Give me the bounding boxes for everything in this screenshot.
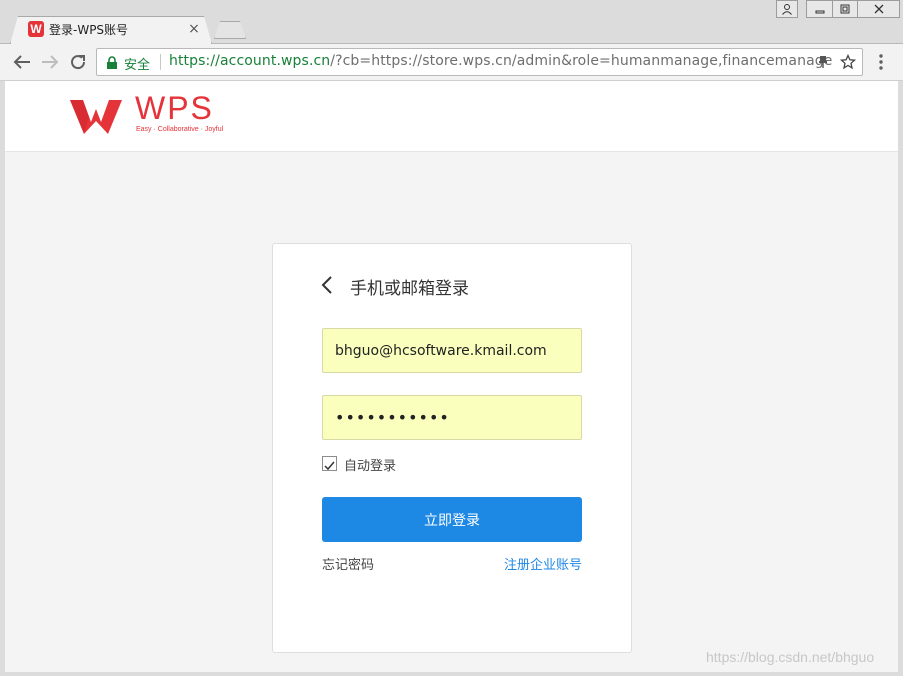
logo-tagline: Easy · Collaborative · Joyful: [136, 126, 224, 133]
back-chevron-icon[interactable]: [319, 274, 335, 296]
wps-favicon-icon: W: [28, 21, 44, 37]
forgot-password-link[interactable]: 忘记密码: [322, 554, 374, 573]
back-arrow-icon[interactable]: [10, 50, 34, 74]
address-bar[interactable]: 安全 https://account.wps.cn/?cb=https://st…: [96, 48, 863, 76]
wps-logo-text: WPS: [135, 90, 214, 126]
star-icon[interactable]: [840, 54, 856, 70]
email-input[interactable]: [322, 328, 582, 373]
auto-login-checkbox[interactable]: [322, 456, 337, 471]
url-host: https://account.wps.cn: [169, 53, 331, 69]
url-path: /?cb=https://store.wps.cn/admin&role=hum…: [330, 53, 833, 69]
window-frame-right: [898, 81, 903, 676]
register-enterprise-link[interactable]: 注册企业账号: [504, 554, 582, 573]
login-submit-button[interactable]: 立即登录: [322, 497, 582, 542]
lock-icon: [107, 56, 117, 69]
window-close-icon[interactable]: [857, 0, 900, 18]
address-separator: [160, 54, 161, 70]
page-header: WPS Easy · Collaborative · Joyful: [5, 81, 898, 152]
new-tab-button[interactable]: [214, 21, 246, 39]
reload-icon[interactable]: [66, 50, 90, 74]
tab-title: 登录-WPS账号: [49, 23, 129, 37]
forward-arrow-icon[interactable]: [38, 50, 62, 74]
restore-icon[interactable]: [832, 0, 858, 18]
watermark-text: https://blog.csdn.net/bhguo: [706, 649, 875, 665]
browser-toolbar: 安全 https://account.wps.cn/?cb=https://st…: [0, 44, 903, 81]
tab-close-icon[interactable]: ×: [186, 21, 202, 37]
wps-logo-icon: [70, 100, 122, 134]
minimize-icon[interactable]: [806, 0, 833, 18]
browser-titlebar: W 登录-WPS账号 ×: [0, 0, 903, 44]
secure-label: 安全: [124, 58, 151, 73]
pin-icon[interactable]: [815, 54, 831, 70]
auto-login-label[interactable]: 自动登录: [344, 455, 396, 474]
login-title: 手机或邮箱登录: [350, 279, 469, 299]
password-input[interactable]: [322, 395, 582, 440]
window-frame-bottom: [0, 672, 903, 676]
profile-user-icon[interactable]: [776, 0, 798, 18]
checkmark-icon: [324, 461, 335, 471]
login-card: 手机或邮箱登录 自动登录 立即登录 忘记密码 注册企业账号: [272, 243, 632, 653]
url-text[interactable]: https://account.wps.cn/?cb=https://store…: [169, 53, 832, 69]
kebab-menu-icon[interactable]: [872, 52, 890, 72]
page-body: 手机或邮箱登录 自动登录 立即登录 忘记密码 注册企业账号 https://bl…: [5, 152, 898, 672]
